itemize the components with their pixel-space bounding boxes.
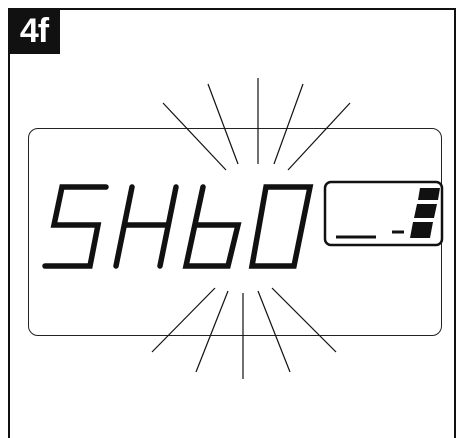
- battery-bar-3: [410, 222, 433, 238]
- battery-level-bars: [410, 188, 440, 238]
- battery-indicator: [323, 180, 444, 247]
- lcd-digit-b: [182, 184, 242, 269]
- battery-bar-2: [414, 204, 437, 218]
- blink-rays-bottom: [151, 287, 337, 379]
- battery-bar-1: [418, 188, 440, 200]
- blink-rays-top: [162, 78, 351, 171]
- lcd-digit-h: [113, 184, 179, 269]
- lcd-digit-0: [248, 184, 314, 269]
- lcd-digit-s: [42, 184, 109, 269]
- lcd-illustration: [42, 78, 444, 379]
